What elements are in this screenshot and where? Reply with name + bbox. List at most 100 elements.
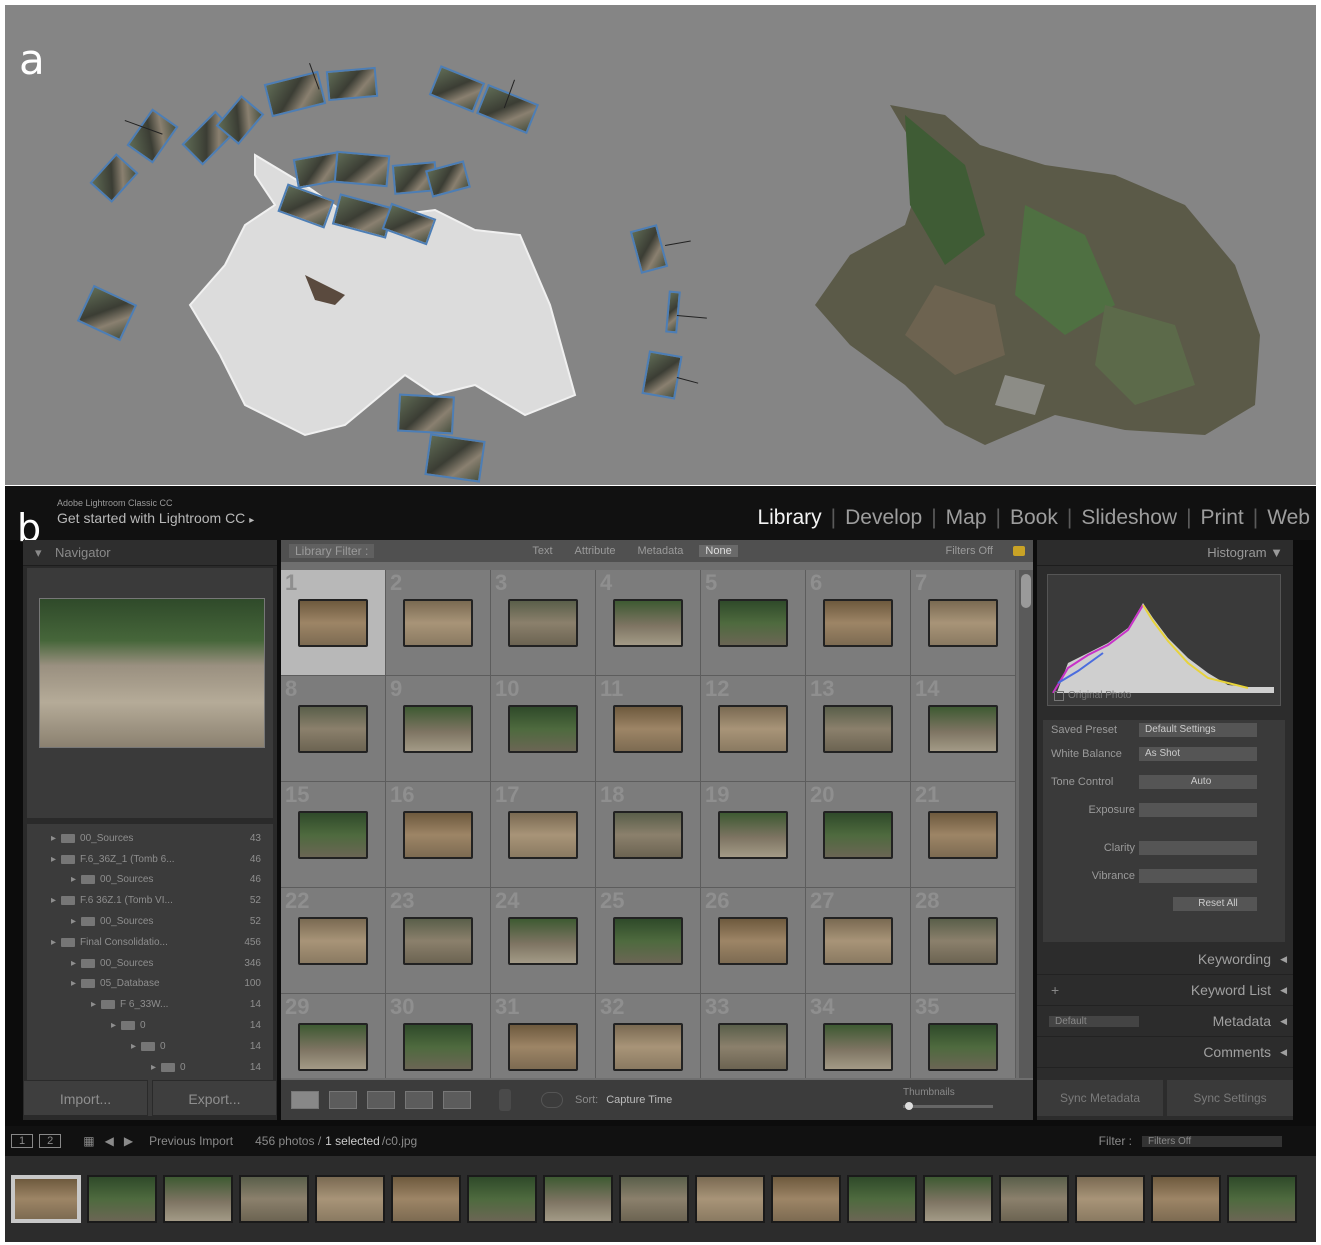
histogram-header[interactable]: Histogram ▼ (1037, 540, 1293, 566)
screen-2-button[interactable]: 2 (39, 1134, 62, 1148)
section-metadata[interactable]: Default Metadata ◀ (1037, 1006, 1293, 1037)
grid-cell[interactable]: 32 (596, 994, 701, 1078)
folder-row[interactable]: ▸ F.6 36Z.1 (Tomb VI... 52 (27, 890, 273, 911)
folder-row[interactable]: ▸ 0 14 (27, 1057, 273, 1078)
sort-direction-icon[interactable] (541, 1092, 563, 1108)
module-print[interactable]: Print (1201, 506, 1244, 530)
filmstrip-thumbnail[interactable] (695, 1175, 765, 1223)
grid-cell[interactable]: 24 (491, 888, 596, 994)
disclosure-triangle-icon[interactable]: ▸ (71, 978, 76, 989)
grid-view-icon[interactable] (291, 1091, 319, 1109)
grid-cell[interactable]: 30 (386, 994, 491, 1078)
disclosure-triangle-icon[interactable]: ▸ (51, 833, 56, 844)
filter-option-metadata[interactable]: Metadata (632, 545, 690, 557)
disclosure-triangle-icon[interactable]: ▸ (51, 895, 56, 906)
folder-row[interactable]: ▸ 00_Sources 43 (27, 828, 273, 849)
navigator-header[interactable]: ▾ Navigator FITFILL1:13:1 (23, 540, 277, 584)
grid-cell[interactable]: 22 (281, 888, 386, 994)
disclosure-triangle-icon[interactable]: ▸ (111, 1020, 116, 1031)
photo-thumbnail[interactable] (508, 705, 578, 753)
module-library[interactable]: Library (757, 506, 821, 530)
metadata-preset-select[interactable]: Default (1049, 1015, 1139, 1027)
grid-cell[interactable]: 12 (701, 676, 806, 782)
disclosure-triangle-icon[interactable]: ▸ (51, 854, 56, 865)
photo-thumbnail[interactable] (928, 811, 998, 859)
grid-cell[interactable]: 28 (911, 888, 1016, 994)
grid-cell[interactable]: 25 (596, 888, 701, 994)
import-button[interactable]: Import... (23, 1080, 148, 1116)
photo-thumbnail[interactable] (718, 917, 788, 965)
thumbnails-slider[interactable] (903, 1105, 993, 1108)
thumbnails-slider-knob[interactable] (905, 1102, 913, 1110)
filmstrip-thumbnail[interactable] (11, 1175, 81, 1223)
photo-thumbnail[interactable] (613, 599, 683, 647)
photo-thumbnail[interactable] (508, 917, 578, 965)
grid-cell[interactable]: 11 (596, 676, 701, 782)
module-book[interactable]: Book (1010, 506, 1058, 530)
compare-view-icon[interactable] (367, 1091, 395, 1109)
filmstrip-thumbnail[interactable] (619, 1175, 689, 1223)
disclosure-triangle-icon[interactable]: ▸ (71, 916, 76, 927)
filmstrip-thumbnail[interactable] (923, 1175, 993, 1223)
saved-preset-select[interactable]: Default Settings (1139, 723, 1257, 737)
module-develop[interactable]: Develop (845, 506, 922, 530)
photo-thumbnail[interactable] (823, 811, 893, 859)
sort-value[interactable]: Capture Time (606, 1094, 672, 1106)
reset-all-button[interactable]: Reset All (1173, 897, 1257, 911)
sync-metadata-button[interactable]: Sync Metadata (1037, 1080, 1163, 1116)
lock-icon[interactable] (1013, 546, 1025, 556)
add-keyword-icon[interactable]: + (1051, 982, 1059, 998)
exposure-buttons[interactable] (1139, 803, 1257, 817)
filmstrip-thumbnail[interactable] (847, 1175, 917, 1223)
sync-settings-button[interactable]: Sync Settings (1167, 1080, 1293, 1116)
photo-thumbnail[interactable] (403, 705, 473, 753)
filmstrip-thumbnail[interactable] (163, 1175, 233, 1223)
filmstrip-thumbnail[interactable] (315, 1175, 385, 1223)
module-slideshow[interactable]: Slideshow (1081, 506, 1177, 530)
filmstrip-thumbnail[interactable] (543, 1175, 613, 1223)
export-button[interactable]: Export... (152, 1080, 277, 1116)
disclosure-triangle-icon[interactable]: ▸ (91, 999, 96, 1010)
module-web[interactable]: Web (1267, 506, 1310, 530)
grid-cell[interactable]: 31 (491, 994, 596, 1078)
photo-thumbnail[interactable] (508, 599, 578, 647)
photo-thumbnail[interactable] (298, 1023, 368, 1071)
disclosure-triangle-icon[interactable]: ▸ (71, 958, 76, 969)
photo-thumbnail[interactable] (928, 705, 998, 753)
grid-cell[interactable]: 29 (281, 994, 386, 1078)
grid-cell[interactable]: 13 (806, 676, 911, 782)
vibrance-buttons[interactable] (1139, 869, 1257, 883)
filter-option-attribute[interactable]: Attribute (569, 545, 622, 557)
navigator-preview-image[interactable] (39, 598, 265, 748)
grid-cell[interactable]: 5 (701, 570, 806, 676)
loupe-view-icon[interactable] (329, 1091, 357, 1109)
filter-select[interactable]: Filters Off (1142, 1135, 1282, 1147)
filmstrip-thumbnail[interactable] (1227, 1175, 1297, 1223)
grid-cell[interactable]: 2 (386, 570, 491, 676)
folder-row[interactable]: ▸ 0 14 (27, 1015, 273, 1036)
grid-cell[interactable]: 26 (701, 888, 806, 994)
grid-icon[interactable]: ▦ (83, 1134, 94, 1148)
grid-cell[interactable]: 6 (806, 570, 911, 676)
section-comments[interactable]: Comments ◀ (1037, 1037, 1293, 1068)
module-map[interactable]: Map (946, 506, 987, 530)
grid-cell[interactable]: 9 (386, 676, 491, 782)
photo-thumbnail[interactable] (298, 917, 368, 965)
grid-cell[interactable]: 34 (806, 994, 911, 1078)
photo-thumbnail[interactable] (508, 1023, 578, 1071)
grid-cell[interactable]: 8 (281, 676, 386, 782)
photo-thumbnail[interactable] (508, 811, 578, 859)
disclosure-triangle-icon[interactable]: ▸ (51, 937, 56, 948)
photo-thumbnail[interactable] (823, 917, 893, 965)
filmstrip-thumbnail[interactable] (87, 1175, 157, 1223)
filmstrip-thumbnail[interactable] (771, 1175, 841, 1223)
grid-cell[interactable]: 17 (491, 782, 596, 888)
grid-scrollbar[interactable] (1019, 570, 1033, 1078)
folder-row[interactable]: ▸ 00_Sources 52 (27, 911, 273, 932)
grid-cell[interactable]: 4 (596, 570, 701, 676)
photo-thumbnail[interactable] (298, 599, 368, 647)
folder-row[interactable]: ▸ 0 14 (27, 1036, 273, 1057)
photo-thumbnail[interactable] (718, 811, 788, 859)
grid-cell[interactable]: 16 (386, 782, 491, 888)
folder-row[interactable]: ▸ F.6_36Z_1 (Tomb 6... 46 (27, 849, 273, 870)
